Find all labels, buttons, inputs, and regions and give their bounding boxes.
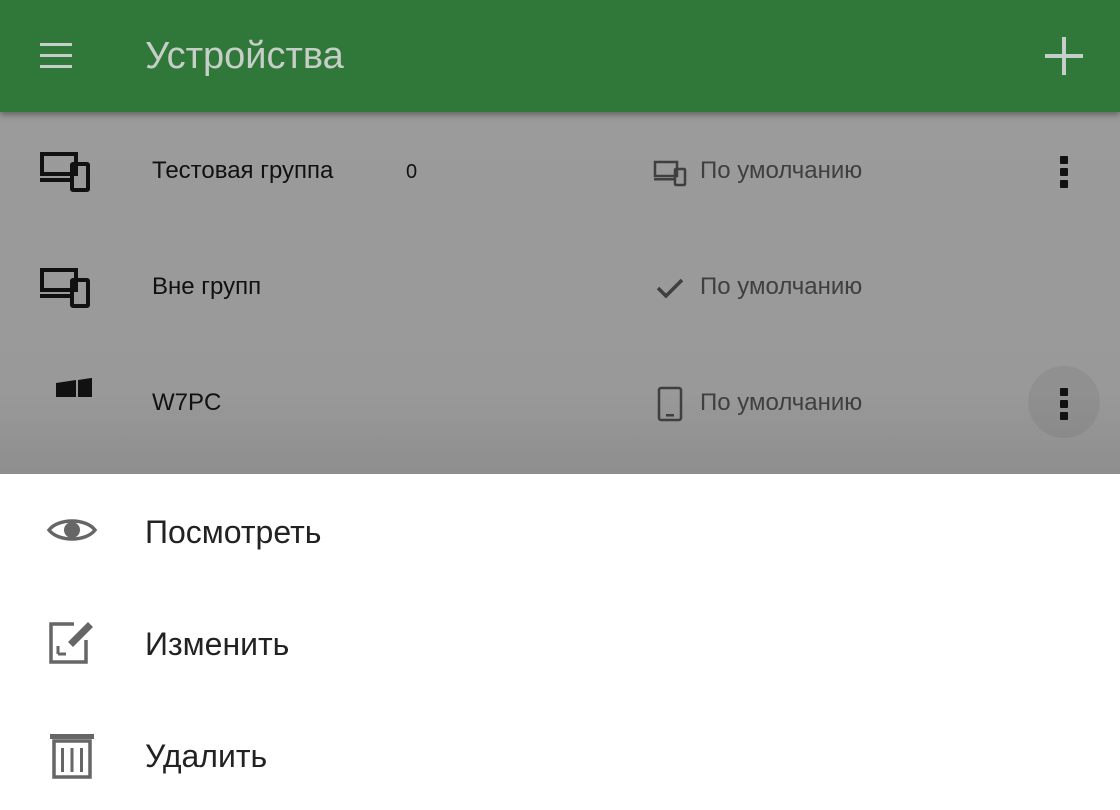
row-name: Тестовая группа <box>152 157 334 184</box>
app-bar: Устройства <box>0 0 1120 112</box>
devices-icon <box>40 152 90 192</box>
devices-icon <box>40 268 90 308</box>
row-status: По умолчанию <box>700 389 863 416</box>
more-options-icon[interactable] <box>1028 134 1100 206</box>
list-item-ungrouped[interactable]: Вне групп По умолчанию <box>0 228 1120 344</box>
delete-label: Удалить <box>145 738 268 774</box>
page-title: Устройства <box>145 35 344 77</box>
tablet-icon <box>657 386 683 422</box>
menu-icon[interactable] <box>32 36 80 76</box>
action-sheet: Посмотреть Изменить Удалить <box>0 474 1120 810</box>
windows-icon <box>56 377 92 397</box>
view-action[interactable]: Посмотреть <box>0 474 1120 586</box>
device-list: Тестовая группа 0 По умолчанию Вне групп… <box>0 112 1120 474</box>
more-options-icon[interactable] <box>1028 366 1100 438</box>
delete-action[interactable]: Удалить <box>0 698 1120 810</box>
row-name: Вне групп <box>152 273 262 300</box>
edit-icon <box>49 622 93 664</box>
row-status: По умолчанию <box>700 157 863 184</box>
list-item-w7pc[interactable]: W7PC По умолчанию <box>0 344 1120 460</box>
check-icon <box>656 278 684 299</box>
edit-action[interactable]: Изменить <box>0 586 1120 698</box>
row-count: 0 <box>406 161 418 183</box>
row-name: W7PC <box>152 389 222 416</box>
row-status: По умолчанию <box>700 273 863 300</box>
view-label: Посмотреть <box>145 514 322 550</box>
list-item-test-group[interactable]: Тестовая группа 0 По умолчанию <box>0 112 1120 228</box>
devices-icon <box>653 160 687 187</box>
trash-icon <box>50 734 94 779</box>
edit-label: Изменить <box>145 626 290 662</box>
add-icon[interactable] <box>1040 32 1088 80</box>
eye-icon <box>46 519 98 541</box>
